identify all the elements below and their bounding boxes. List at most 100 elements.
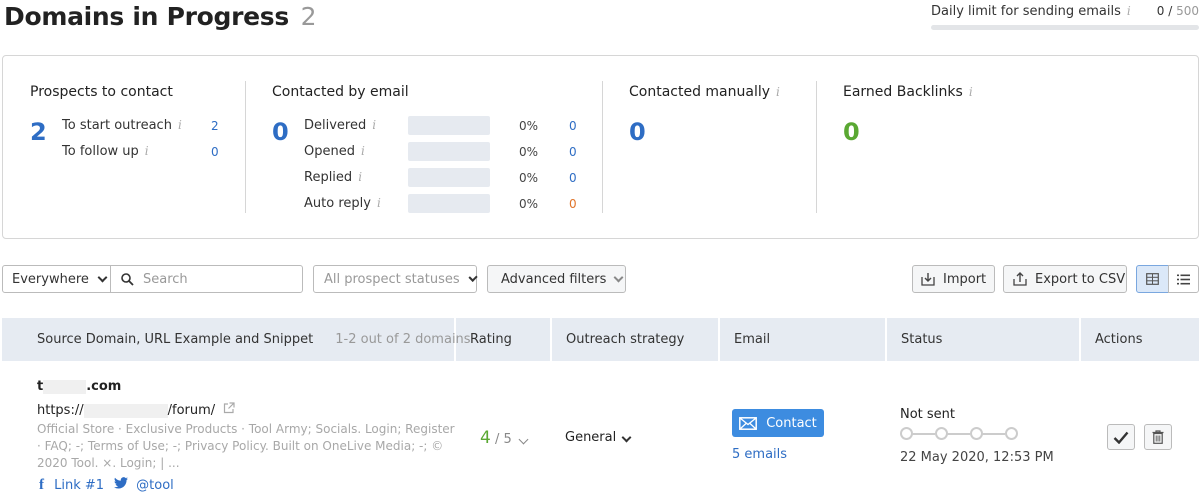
info-icon[interactable]: i [358, 170, 362, 184]
redacted-text [83, 403, 168, 418]
info-icon[interactable]: i [372, 118, 376, 132]
scope-select[interactable]: Everywhere [2, 265, 111, 293]
contact-label: Contact [766, 415, 817, 431]
column-strategy[interactable]: Outreach strategy [552, 318, 720, 361]
divider [602, 81, 603, 213]
rating-select[interactable]: 4 / 5 [480, 428, 529, 448]
chevron-down-icon [621, 432, 632, 443]
auto-reply-bar [408, 194, 490, 213]
search-placeholder: Search [143, 271, 188, 287]
twitter-link[interactable]: @tool [114, 477, 174, 493]
domain-suffix: .com [86, 379, 122, 394]
backlinks-total: 0 [843, 118, 860, 146]
info-icon[interactable]: i [776, 85, 780, 99]
url-example[interactable]: https:// /forum/ [37, 402, 235, 418]
column-rating[interactable]: Rating [456, 318, 552, 361]
contact-button[interactable]: Contact [732, 409, 824, 437]
replied-percent: 0% [519, 171, 539, 185]
column-email-label: Email [734, 332, 771, 347]
opened-percent: 0% [519, 145, 539, 159]
facebook-link[interactable]: f Link #1 [39, 477, 104, 494]
column-status-label: Status [901, 332, 943, 347]
backlinks-title-text: Earned Backlinks [843, 84, 963, 100]
step-dot [970, 427, 983, 440]
step-connector [947, 433, 970, 435]
manual-title-text: Contacted manually [629, 84, 771, 100]
divider [816, 81, 817, 213]
advanced-filters-button[interactable]: Advanced filters [487, 265, 626, 293]
info-icon[interactable]: i [178, 118, 182, 132]
auto-reply-value[interactable]: 0 [569, 197, 577, 211]
column-source[interactable]: Source Domain, URL Example and Snippet 1-… [2, 318, 471, 361]
strategy-value: General [565, 430, 617, 445]
list-view-button[interactable] [1168, 265, 1199, 293]
delivered-bar [408, 116, 490, 135]
info-icon[interactable]: i [969, 85, 973, 99]
column-strategy-label: Outreach strategy [566, 332, 685, 347]
step-dot [900, 427, 913, 440]
import-label: Import [943, 271, 987, 287]
external-link-icon[interactable] [223, 402, 235, 414]
url-suffix: /forum/ [167, 403, 216, 418]
source-domain[interactable]: t .com [37, 379, 121, 394]
opened-bar [408, 142, 490, 161]
replied-label: Replied i [304, 170, 362, 185]
export-label: Export to CSV [1035, 271, 1126, 287]
to-follow-up-label: To follow up i [62, 144, 149, 159]
row-label: Opened [304, 144, 355, 159]
daily-limit-value: 0 / 500 [1156, 4, 1199, 18]
emails-link[interactable]: 5 emails [732, 447, 787, 462]
info-icon[interactable]: i [377, 196, 381, 210]
redacted-text [43, 379, 87, 394]
delivered-value[interactable]: 0 [569, 119, 577, 133]
row-label: To start outreach [62, 118, 172, 133]
step-dot [1005, 427, 1018, 440]
row-label: Replied [304, 170, 353, 185]
mark-done-button[interactable] [1107, 424, 1135, 450]
daily-limit-label: Daily limit for sending emails [931, 4, 1121, 19]
checkmark-icon [1113, 431, 1129, 444]
column-source-label: Source Domain, URL Example and Snippet [37, 332, 314, 347]
to-follow-up-value[interactable]: 0 [211, 145, 219, 159]
info-icon[interactable]: i [145, 144, 149, 158]
twitter-label: @tool [136, 478, 174, 493]
daily-limit-used: 0 [1156, 4, 1165, 18]
column-status[interactable]: Status [887, 318, 1081, 361]
chevron-down-icon [613, 272, 624, 282]
row-label: Delivered [304, 118, 367, 133]
to-start-outreach-label: To start outreach i [62, 118, 182, 133]
grid-view-button[interactable] [1136, 265, 1169, 293]
table-header: Source Domain, URL Example and Snippet 1-… [2, 318, 1199, 361]
status-date: 22 May 2020, 12:53 PM [900, 450, 1054, 465]
replied-bar [408, 168, 490, 187]
step-dot [935, 427, 948, 440]
backlinks-title: Earned Backlinks i [843, 84, 973, 100]
advanced-filters-label: Advanced filters [501, 271, 607, 287]
opened-label: Opened i [304, 144, 365, 159]
auto-reply-percent: 0% [519, 197, 539, 211]
url-prefix: https:// [37, 403, 84, 418]
row-label: Auto reply [304, 196, 371, 211]
daily-limit-max: 500 [1176, 4, 1199, 18]
column-rating-label: Rating [470, 332, 512, 347]
to-start-outreach-value[interactable]: 2 [211, 119, 219, 133]
trash-icon [1152, 430, 1164, 444]
strategy-select[interactable]: General [565, 430, 632, 445]
info-icon[interactable]: i [361, 144, 365, 158]
status-text: Not sent [900, 407, 956, 422]
status-select-label: All prospect statuses [324, 271, 460, 287]
status-select[interactable]: All prospect statuses [313, 265, 478, 293]
prospects-title: Prospects to contact [30, 84, 173, 100]
column-actions: Actions [1081, 318, 1199, 361]
opened-value[interactable]: 0 [569, 145, 577, 159]
export-csv-button[interactable]: Export to CSV [1003, 265, 1127, 293]
facebook-label: Link #1 [54, 478, 105, 493]
twitter-icon [114, 477, 128, 489]
delete-button[interactable] [1144, 424, 1172, 450]
column-actions-label: Actions [1095, 332, 1143, 347]
prospects-total: 2 [30, 118, 47, 146]
info-icon[interactable]: i [1127, 4, 1131, 18]
search-input[interactable]: Search [110, 265, 303, 293]
replied-value[interactable]: 0 [569, 171, 577, 185]
import-button[interactable]: Import [912, 265, 995, 293]
